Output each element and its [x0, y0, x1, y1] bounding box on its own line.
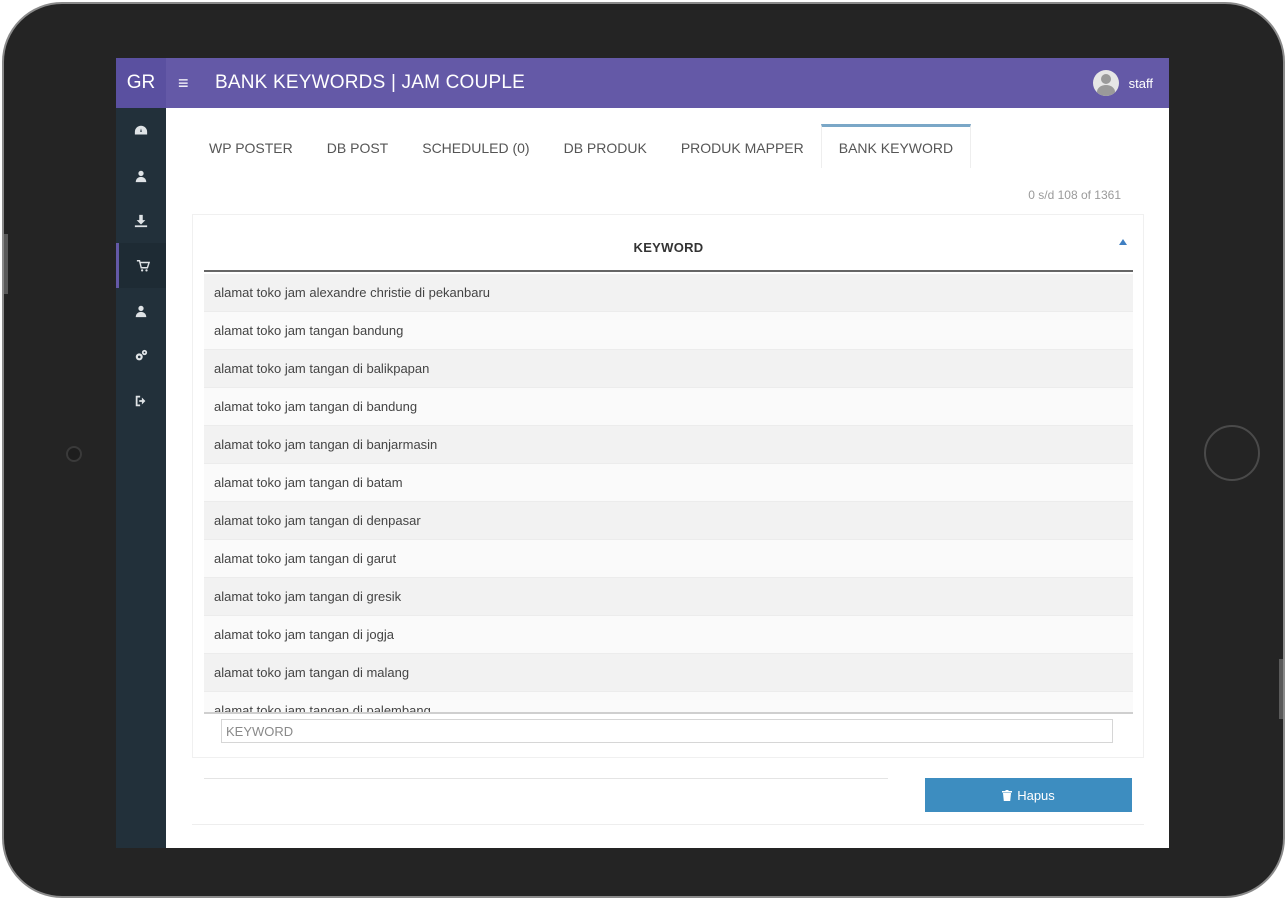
table-row[interactable]: alamat toko jam tangan di jogja — [204, 616, 1133, 654]
tab-bank-keyword[interactable]: BANK KEYWORD — [820, 124, 972, 168]
pagination-count: 0 s/d 108 of 1361 — [1028, 188, 1121, 202]
sidebar-item-cart[interactable] — [116, 243, 166, 288]
page-title: BANK KEYWORDS | JAM COUPLE — [215, 72, 525, 93]
table-row[interactable]: alamat toko jam tangan di denpasar — [204, 502, 1133, 540]
sidebar-item-logout[interactable] — [116, 378, 166, 423]
delete-button-label: Hapus — [1017, 787, 1055, 803]
tab-produk-mapper[interactable]: PRODUK MAPPER — [664, 124, 821, 168]
sort-up-icon[interactable] — [1119, 239, 1127, 245]
cart-icon — [136, 259, 150, 272]
column-header-label: KEYWORD — [633, 240, 704, 255]
dashboard-icon — [134, 125, 148, 134]
sidebar-item-dashboard[interactable] — [116, 108, 166, 153]
download-icon — [134, 214, 148, 227]
table-row[interactable]: alamat toko jam tangan di palembang — [204, 692, 1133, 712]
main-content: WP POSTER DB POST SCHEDULED (0) DB PRODU… — [166, 108, 1169, 848]
table-row[interactable]: alamat toko jam tangan di gresik — [204, 578, 1133, 616]
divider — [192, 824, 1144, 825]
column-header-keyword[interactable]: KEYWORD — [204, 225, 1133, 272]
tablet-home-button — [1204, 425, 1260, 481]
table-row[interactable]: alamat toko jam tangan di batam — [204, 464, 1133, 502]
sidebar-item-settings[interactable] — [116, 333, 166, 378]
sidebar-item-user[interactable] — [116, 153, 166, 198]
avatar — [1092, 70, 1119, 96]
table-row[interactable]: alamat toko jam tangan bandung — [204, 312, 1133, 350]
table-row[interactable]: alamat toko jam tangan di malang — [204, 654, 1133, 692]
sidebar-item-download[interactable] — [116, 198, 166, 243]
sidebar-item-user-2[interactable] — [116, 288, 166, 333]
keyword-filter-input[interactable] — [221, 719, 1113, 743]
delete-button[interactable]: Hapus — [925, 778, 1132, 812]
tablet-camera — [66, 446, 82, 462]
logout-icon — [135, 395, 146, 406]
user-name: staff — [1128, 75, 1153, 91]
tab-db-post[interactable]: DB POST — [310, 124, 405, 168]
hamburger-icon[interactable]: ≡ — [178, 73, 196, 93]
brand-logo[interactable]: GR — [116, 58, 166, 108]
table-row[interactable]: alamat toko jam tangan di banjarmasin — [204, 426, 1133, 464]
settings-icon — [135, 349, 148, 360]
tab-wp-poster[interactable]: WP POSTER — [192, 124, 310, 168]
tab-bar: WP POSTER DB POST SCHEDULED (0) DB PRODU… — [192, 124, 972, 168]
divider — [204, 778, 888, 779]
tab-scheduled[interactable]: SCHEDULED (0) — [405, 124, 546, 168]
top-bar: GR ≡ BANK KEYWORDS | JAM COUPLE staff — [116, 58, 1169, 108]
tablet-side-button — [4, 234, 8, 294]
tab-db-produk[interactable]: DB PRODUK — [547, 124, 664, 168]
table-row[interactable]: alamat toko jam alexandre christie di pe… — [204, 274, 1133, 312]
sidebar — [116, 108, 166, 848]
table-row[interactable]: alamat toko jam tangan di bandung — [204, 388, 1133, 426]
table-row[interactable]: alamat toko jam tangan di garut — [204, 540, 1133, 578]
user-menu[interactable]: staff — [1092, 70, 1153, 96]
keyword-table-panel: KEYWORD alamat toko jam alexandre christ… — [192, 214, 1144, 758]
user-icon — [135, 170, 147, 182]
table-row[interactable]: alamat toko jam tangan di balikpapan — [204, 350, 1133, 388]
app-screen: GR ≡ BANK KEYWORDS | JAM COUPLE staff WP… — [116, 58, 1169, 848]
table-body[interactable]: alamat toko jam alexandre christie di pe… — [204, 274, 1133, 714]
tablet-side-button — [1279, 659, 1283, 719]
user-icon — [135, 305, 147, 317]
trash-icon — [1002, 789, 1013, 801]
